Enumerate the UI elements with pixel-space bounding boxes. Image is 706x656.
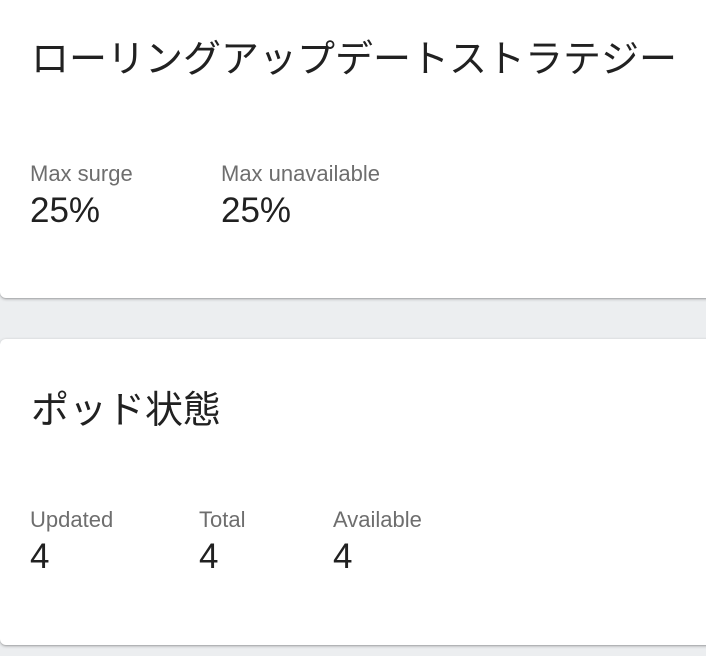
pod-status-card: ポッド状態 Updated 4 Total 4 Available 4 — [0, 339, 706, 645]
updated-metric: Updated 4 — [30, 506, 199, 578]
total-value: 4 — [199, 537, 219, 576]
rolling-update-strategy-card: ローリングアップデートストラテジー Max surge 25% Max unav… — [0, 0, 706, 298]
max-unavailable-value: 25% — [221, 191, 292, 230]
rolling-update-strategy-title: ローリングアップデートストラテジー — [31, 37, 678, 81]
updated-label: Updated — [30, 507, 114, 532]
max-unavailable-label: Max unavailable — [221, 161, 380, 186]
available-metric: Available 4 — [333, 506, 422, 578]
strategy-metrics: Max surge 25% Max unavailable 25% — [30, 160, 380, 232]
pod-status-title: ポッド状態 — [31, 388, 222, 432]
max-unavailable-metric: Max unavailable 25% — [221, 160, 380, 232]
updated-value: 4 — [30, 537, 50, 576]
total-metric: Total 4 — [199, 506, 333, 578]
available-value: 4 — [333, 537, 353, 576]
pod-status-metrics: Updated 4 Total 4 Available 4 — [30, 506, 422, 578]
max-surge-value: 25% — [30, 191, 101, 230]
max-surge-label: Max surge — [30, 161, 133, 186]
available-label: Available — [333, 507, 422, 532]
max-surge-metric: Max surge 25% — [30, 160, 221, 232]
total-label: Total — [199, 507, 246, 532]
